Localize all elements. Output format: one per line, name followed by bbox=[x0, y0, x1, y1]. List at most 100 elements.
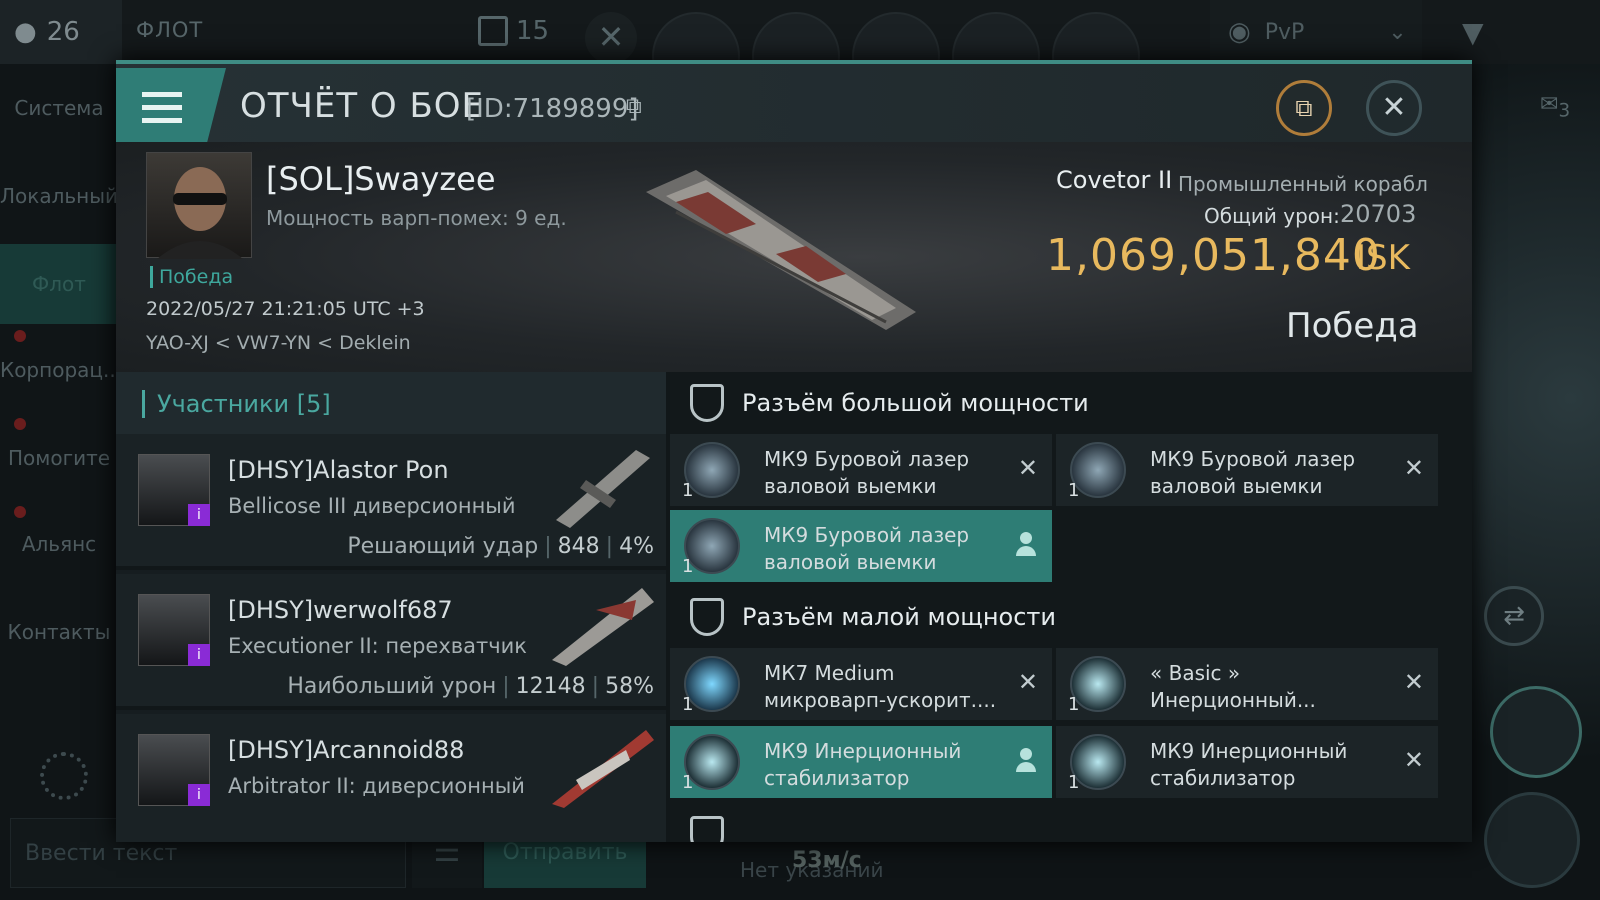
module-name-line2: стабилизатор bbox=[764, 766, 910, 790]
stat-value: 12148 bbox=[515, 674, 586, 699]
module-item[interactable]: 1 МК9 Инерционный стабилизатор bbox=[670, 726, 1052, 798]
participant-ship-image bbox=[556, 450, 650, 528]
warp-strength: Мощность варп-помех: 9 ед. bbox=[266, 206, 567, 230]
isk-unit: ISK bbox=[1356, 238, 1410, 278]
pvp-dropdown[interactable]: ◉ PvP ⌄ bbox=[1210, 0, 1422, 64]
participant-ship: Bellicose III диверсионный bbox=[228, 494, 516, 518]
module-item[interactable]: 1 МК7 Medium микроварп-ускорит.... ✕ bbox=[670, 648, 1052, 720]
module-item[interactable]: 1 МК9 Буровой лазер валовой выемки ✕ bbox=[670, 434, 1052, 506]
members-count: 15 bbox=[516, 16, 550, 46]
sidebar-item-help[interactable]: Помогите bbox=[0, 446, 118, 470]
info-icon[interactable]: i bbox=[188, 644, 210, 666]
drone-slot[interactable] bbox=[1490, 686, 1582, 778]
pvp-label: PvP bbox=[1264, 19, 1305, 45]
portrait-image bbox=[157, 167, 243, 259]
participant-name: [DHSY]Arcannoid88 bbox=[228, 736, 465, 764]
sidebar-item-system[interactable]: Система bbox=[0, 96, 118, 120]
stat-label: Наибольший урон bbox=[287, 674, 497, 699]
pilot-avatar[interactable] bbox=[146, 152, 252, 259]
participant-stats: Наибольший урон | 12148 | 58% bbox=[287, 674, 654, 699]
sidebar-item-alliance[interactable]: Альянс bbox=[0, 532, 118, 556]
destroyed-icon: ✕ bbox=[1017, 454, 1038, 482]
battle-datetime: 2022/05/27 21:21:05 UTC +3 bbox=[146, 298, 425, 320]
module-name-line1: МК9 Инерционный bbox=[1150, 739, 1348, 763]
dialog-title: ОТЧЁТ О БОЕ bbox=[240, 86, 485, 126]
participant-row[interactable]: i [DHSY]werwolf687 Executioner II: перех… bbox=[116, 574, 666, 710]
dialog-header: ОТЧЁТ О БОЕ [ID:7189899] ⧉ ⧉ ✕ bbox=[116, 60, 1472, 146]
participant-name: [DHSY]werwolf687 bbox=[228, 596, 453, 624]
sidebar-item-local[interactable]: Локальный bbox=[0, 184, 118, 208]
module-item[interactable]: 1 МК9 Инерционный стабилизатор ✕ bbox=[1056, 726, 1438, 798]
eye-icon: ◉ bbox=[1228, 17, 1251, 47]
module-qty: 1 bbox=[682, 694, 694, 715]
high-slot-icon bbox=[690, 384, 724, 422]
stat-percent: 4% bbox=[619, 534, 654, 559]
stat-label: Решающий удар bbox=[347, 534, 539, 559]
sidebar-item-corporation[interactable]: Корпорац... bbox=[0, 358, 122, 382]
module-qty: 1 bbox=[682, 480, 694, 501]
module-name: « Basic » Инерционный... bbox=[1150, 660, 1400, 714]
info-icon[interactable]: i bbox=[188, 784, 210, 806]
fleet-members-counter[interactable]: 15 bbox=[478, 16, 549, 46]
module-name-line1: « Basic » bbox=[1150, 661, 1241, 685]
module-name: МК9 Инерционный стабилизатор bbox=[1150, 738, 1400, 792]
module-name-line1: МК9 Буровой лазер bbox=[764, 447, 970, 471]
swap-icon[interactable]: ⇄ bbox=[1484, 586, 1544, 646]
module-name-line1: МК9 Буровой лазер bbox=[1150, 447, 1356, 471]
window-icon bbox=[478, 16, 508, 46]
total-damage-value: 20703 bbox=[1340, 200, 1417, 228]
module-item[interactable]: 1 МК9 Буровой лазер валовой выемки bbox=[670, 510, 1052, 582]
participant-name: [DHSY]Alastor Pon bbox=[228, 456, 449, 484]
person-icon: ● bbox=[14, 17, 37, 47]
notifications-count: 3 bbox=[1558, 100, 1571, 122]
notifications-icon[interactable]: ✉3 bbox=[1540, 92, 1570, 121]
menu-icon[interactable] bbox=[116, 68, 226, 146]
pilots-counter[interactable]: ● 26 bbox=[0, 0, 122, 64]
module-name: МК9 Буровой лазер валовой выемки bbox=[1150, 446, 1400, 500]
person-icon bbox=[1016, 532, 1036, 558]
module-name: МК7 Medium микроварп-ускорит.... bbox=[764, 660, 1014, 714]
close-icon[interactable]: ✕ bbox=[585, 12, 637, 64]
module-name-line2: валовой выемки bbox=[764, 474, 937, 498]
participant-row[interactable]: i [DHSY]Arcannoid88 Arbitrator II: дивер… bbox=[116, 714, 666, 842]
fleet-label: ФЛОТ bbox=[136, 18, 204, 42]
close-button[interactable]: ✕ bbox=[1366, 80, 1422, 136]
pilot-name: [SOL]Swayzee bbox=[266, 160, 496, 198]
ship-class: Промышленный корабл bbox=[1178, 172, 1428, 196]
chevron-down-icon: ⌄ bbox=[1388, 19, 1407, 45]
destroyed-icon: ✕ bbox=[1403, 746, 1424, 774]
module-qty: 1 bbox=[1068, 480, 1080, 501]
participant-row[interactable]: i [DHSY]Alastor Pon Bellicose III диверс… bbox=[116, 434, 666, 570]
module-name-line2: стабилизатор bbox=[1150, 766, 1296, 790]
low-slot-icon bbox=[690, 598, 724, 636]
module-name: МК9 Инерционный стабилизатор bbox=[764, 738, 1014, 792]
filter-icon[interactable]: ▼ bbox=[1462, 16, 1484, 49]
module-name-line1: МК9 Буровой лазер bbox=[764, 523, 970, 547]
module-name-line2: Инерционный... bbox=[1150, 688, 1316, 712]
isk-value: 1,069,051,840 bbox=[1046, 230, 1381, 281]
battle-report-dialog: ОТЧЁТ О БОЕ [ID:7189899] ⧉ ⧉ ✕ [SOL]Sway… bbox=[116, 60, 1472, 842]
sidebar-item-contacts[interactable]: Контакты bbox=[0, 620, 118, 644]
module-name: МК9 Буровой лазер валовой выемки bbox=[764, 522, 1014, 576]
sidebar-item-fleet[interactable]: Флот bbox=[0, 244, 118, 324]
gear-icon[interactable] bbox=[40, 752, 88, 800]
unread-indicator bbox=[14, 330, 26, 342]
info-icon[interactable]: i bbox=[188, 504, 210, 526]
ship-name: Covetor II bbox=[1056, 166, 1173, 194]
share-icon[interactable]: ⧉ bbox=[1276, 80, 1332, 136]
module-qty: 1 bbox=[1068, 694, 1080, 715]
stat-value: 848 bbox=[557, 534, 600, 559]
destroyed-icon: ✕ bbox=[1017, 668, 1038, 696]
module-item[interactable]: 1 МК9 Буровой лазер валовой выемки ✕ bbox=[1056, 434, 1438, 506]
participant-ship-image bbox=[552, 588, 654, 666]
unread-indicator bbox=[14, 418, 26, 430]
copy-icon[interactable]: ⧉ bbox=[626, 94, 642, 119]
module-name-line2: микроварп-ускорит.... bbox=[764, 688, 997, 712]
module-name-line2: валовой выемки bbox=[1150, 474, 1323, 498]
pilots-count: 26 bbox=[46, 17, 80, 47]
rig-slot-section bbox=[670, 810, 1472, 842]
pilot-status: Победа bbox=[150, 266, 233, 288]
module-name-line1: МК9 Инерционный bbox=[764, 739, 962, 763]
drone-slot[interactable] bbox=[1484, 792, 1580, 888]
module-item[interactable]: 1 « Basic » Инерционный... ✕ bbox=[1056, 648, 1438, 720]
